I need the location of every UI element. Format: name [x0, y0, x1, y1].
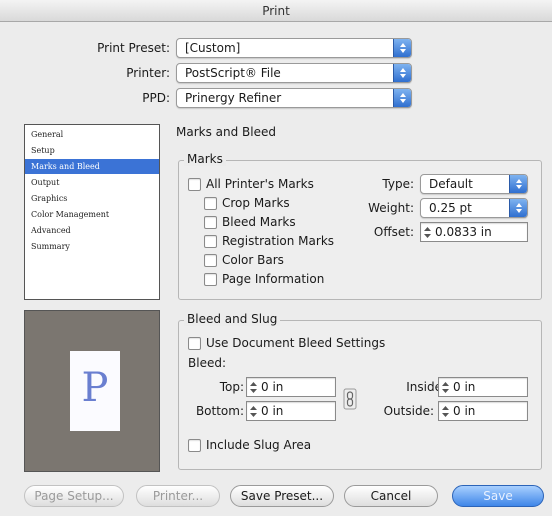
color-bars-label: Color Bars — [222, 253, 284, 267]
bleed-marks-checkbox[interactable] — [204, 216, 217, 229]
page-information-label: Page Information — [222, 272, 325, 286]
registration-marks-label: Registration Marks — [222, 234, 335, 248]
updown-arrows-icon — [509, 199, 527, 217]
type-value: Default — [429, 177, 473, 191]
window-title-bar: Print — [0, 0, 552, 22]
sidebar-item-advanced[interactable]: Advanced — [25, 223, 159, 238]
stepper-icon[interactable] — [249, 381, 258, 394]
use-document-bleed-checkbox[interactable] — [188, 337, 201, 350]
all-printers-marks-checkbox[interactable] — [188, 178, 201, 191]
bottom-value: 0 in — [261, 404, 284, 418]
page-information-checkbox[interactable] — [204, 273, 217, 286]
sidebar-item-graphics[interactable]: Graphics — [25, 191, 159, 206]
outside-value: 0 in — [453, 404, 476, 418]
type-label: Type: — [382, 177, 414, 191]
stepper-icon[interactable] — [441, 405, 450, 418]
printer-value: PostScript® File — [185, 66, 281, 80]
sidebar-item-setup[interactable]: Setup — [25, 143, 159, 158]
preview-letter: P — [81, 365, 109, 411]
page-preview: P — [24, 310, 160, 472]
category-list[interactable]: General Setup Marks and Bleed Output Gra… — [24, 124, 160, 300]
ppd-popup[interactable]: Prinergy Refiner — [176, 88, 412, 108]
inside-value: 0 in — [453, 380, 476, 394]
print-preset-popup[interactable]: [Custom] — [176, 38, 412, 58]
sidebar-item-color-management[interactable]: Color Management — [25, 207, 159, 222]
all-printers-marks-label: All Printer's Marks — [206, 177, 314, 191]
ppd-value: Prinergy Refiner — [185, 91, 282, 105]
registration-marks-checkbox[interactable] — [204, 235, 217, 248]
sidebar-item-general[interactable]: General — [25, 127, 159, 142]
updown-arrows-icon — [393, 64, 411, 82]
printer-label: Printer: — [126, 66, 170, 80]
weight-value: 0.25 pt — [429, 201, 472, 215]
bleed-marks-label: Bleed Marks — [222, 215, 296, 229]
chain-link-icon[interactable] — [343, 388, 357, 410]
updown-arrows-icon — [509, 175, 527, 193]
stepper-icon[interactable] — [441, 381, 450, 394]
weight-label: Weight: — [368, 201, 414, 215]
stepper-icon[interactable] — [249, 405, 258, 418]
offset-field[interactable]: 0.0833 in — [420, 222, 528, 242]
updown-arrows-icon — [393, 39, 411, 57]
sidebar-item-output[interactable]: Output — [25, 175, 159, 190]
inside-field[interactable]: 0 in — [438, 377, 528, 397]
bottom-label: Bottom: — [195, 404, 244, 418]
sidebar-item-summary[interactable]: Summary — [25, 239, 159, 254]
inside-label: Inside: — [406, 380, 446, 394]
print-preset-label: Print Preset: — [97, 41, 170, 55]
stepper-icon[interactable] — [423, 226, 432, 239]
updown-arrows-icon — [393, 89, 411, 107]
top-label: Top: — [219, 380, 244, 394]
top-field[interactable]: 0 in — [246, 377, 336, 397]
bottom-field[interactable]: 0 in — [246, 401, 336, 421]
outside-field[interactable]: 0 in — [438, 401, 528, 421]
printer-popup[interactable]: PostScript® File — [176, 63, 412, 83]
offset-label: Offset: — [373, 225, 414, 239]
crop-marks-checkbox[interactable] — [204, 197, 217, 210]
outside-label: Outside: — [383, 404, 434, 418]
bleed-label: Bleed: — [188, 356, 226, 370]
include-slug-checkbox[interactable] — [188, 439, 201, 452]
type-popup[interactable]: Default — [420, 174, 528, 194]
crop-marks-label: Crop Marks — [222, 196, 290, 210]
include-slug-label: Include Slug Area — [206, 438, 312, 452]
save-preset-button[interactable]: Save Preset... — [230, 485, 334, 507]
section-title: Marks and Bleed — [176, 125, 276, 139]
preview-page: P — [70, 351, 120, 431]
weight-popup[interactable]: 0.25 pt — [420, 198, 528, 218]
page-setup-button[interactable]: Page Setup... — [24, 485, 124, 507]
ppd-label: PPD: — [142, 91, 170, 105]
sidebar-item-marks-and-bleed[interactable]: Marks and Bleed — [25, 159, 159, 174]
cancel-button[interactable]: Cancel — [344, 485, 438, 507]
save-button[interactable]: Save — [452, 485, 544, 507]
offset-value: 0.0833 in — [435, 225, 492, 239]
use-document-bleed-label: Use Document Bleed Settings — [206, 336, 386, 350]
bleed-slug-group-title: Bleed and Slug — [184, 312, 281, 326]
window-title: Print — [262, 4, 290, 18]
marks-group-title: Marks — [184, 152, 226, 166]
printer-button[interactable]: Printer... — [136, 485, 220, 507]
color-bars-checkbox[interactable] — [204, 254, 217, 267]
top-value: 0 in — [261, 380, 284, 394]
print-preset-value: [Custom] — [185, 41, 241, 55]
